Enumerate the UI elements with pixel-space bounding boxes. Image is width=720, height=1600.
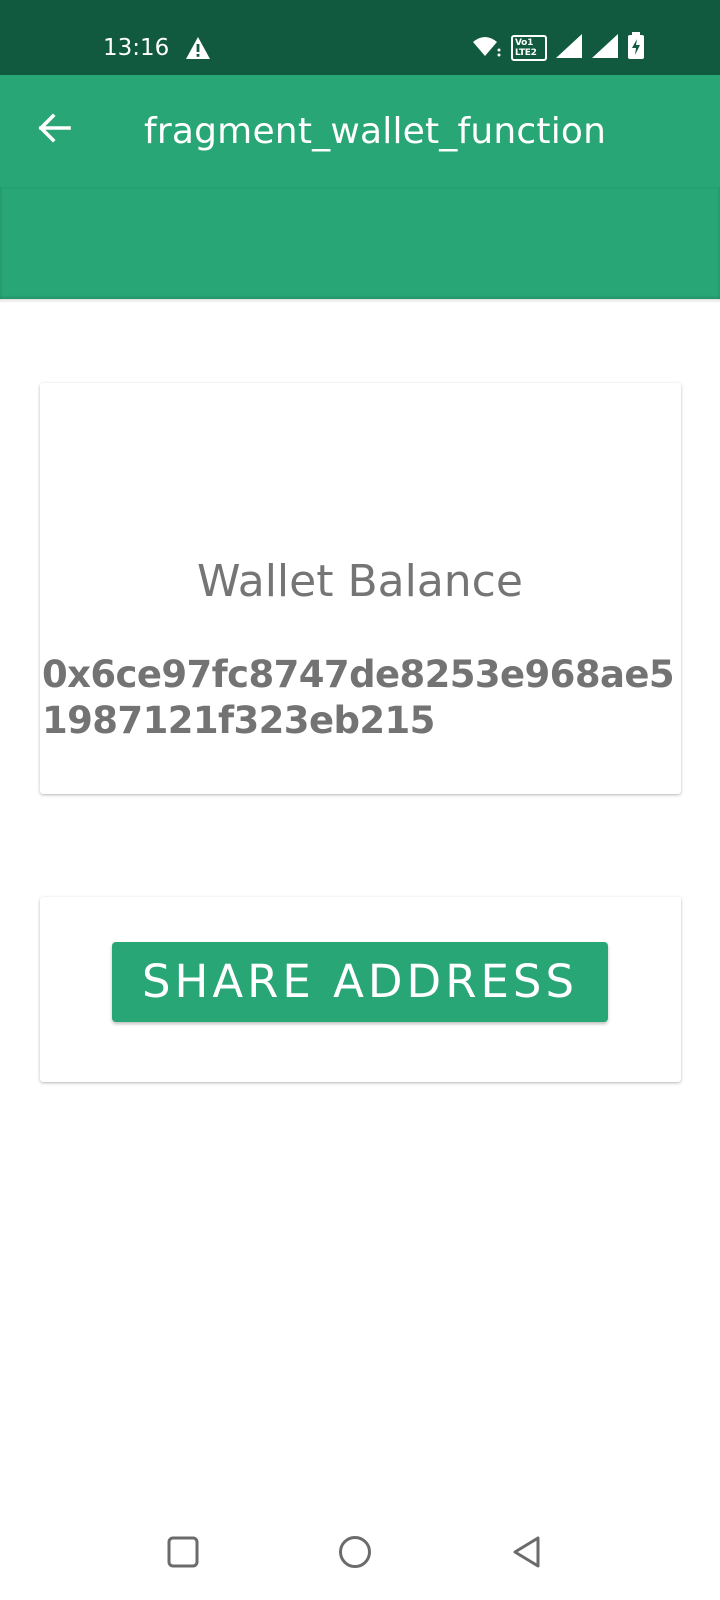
- alert-icon: [185, 36, 211, 65]
- wallet-address: 0x6ce97fc8747de8253e968ae51987121f323eb2…: [42, 653, 675, 742]
- volte-text: Vo: [515, 38, 528, 48]
- recents-icon: [166, 1535, 200, 1574]
- wallet-balance-label: Wallet Balance: [197, 556, 523, 607]
- sim2-text: 2: [530, 48, 537, 58]
- status-bar: 13:16 Vo1 LTE2: [0, 0, 720, 75]
- arrow-back-icon: [37, 112, 71, 148]
- signal-icon: [591, 33, 619, 64]
- nav-back-button[interactable]: [503, 1530, 551, 1578]
- signal-icon: [555, 33, 583, 64]
- system-nav-bar: [0, 1510, 720, 1600]
- home-button[interactable]: [331, 1530, 379, 1578]
- share-address-button[interactable]: SHARE ADDRESS: [112, 942, 608, 1022]
- page-title: fragment_wallet_function: [144, 111, 607, 152]
- back-button[interactable]: [30, 106, 78, 154]
- volte-icon: Vo1 LTE2: [511, 35, 547, 61]
- wifi-icon: [471, 34, 503, 63]
- back-icon: [510, 1535, 544, 1574]
- sim1-text: 1: [527, 38, 534, 48]
- status-time: 13:16: [103, 35, 170, 61]
- lte-text: LTE: [515, 48, 531, 58]
- home-icon: [337, 1534, 373, 1575]
- battery-charging-icon: [627, 31, 645, 65]
- app-bar-extension: [0, 187, 720, 299]
- app-bar-shadow: [0, 299, 720, 303]
- recents-button[interactable]: [159, 1530, 207, 1578]
